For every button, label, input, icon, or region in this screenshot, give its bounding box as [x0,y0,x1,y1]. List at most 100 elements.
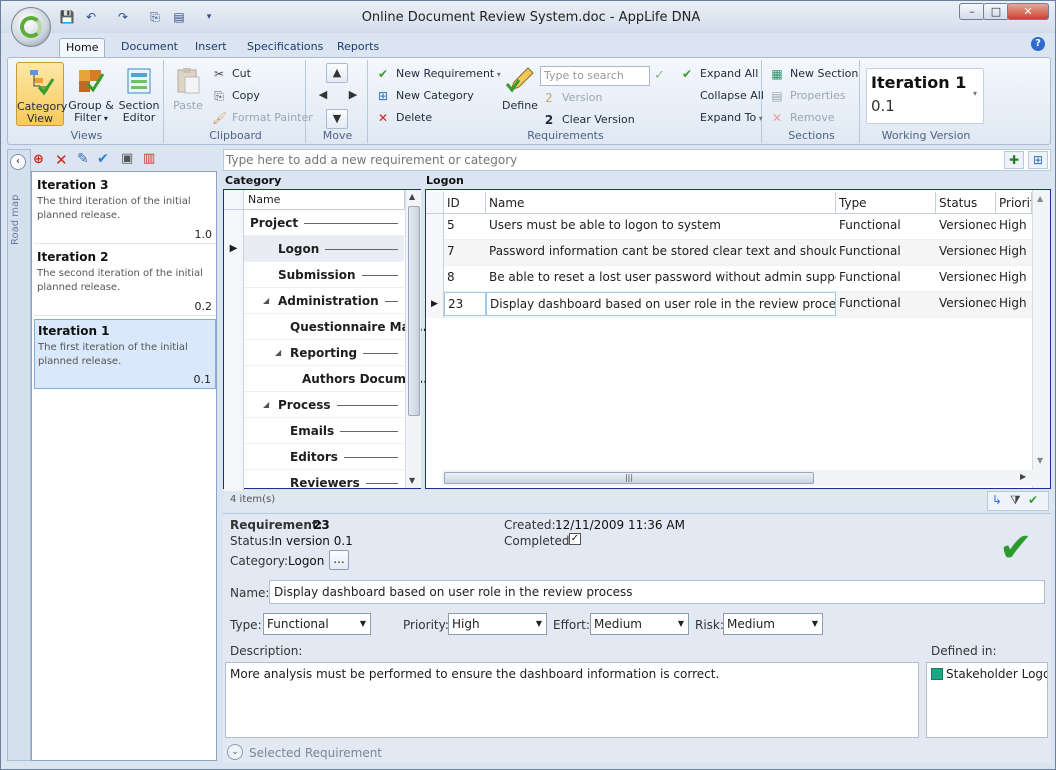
expand-triangle-icon[interactable]: ◢ [263,400,269,409]
completed-checkbox[interactable]: ✓ [569,533,581,545]
category-row[interactable]: Submission [224,262,404,288]
undo-icon[interactable]: ↶ [83,10,99,24]
clear-version-button[interactable]: 2 Clear Version [542,110,635,130]
move-down-button[interactable]: ▼ [326,109,348,129]
new-requirement-button[interactable]: ✔ New Requirement ▾ [376,64,501,84]
help-icon[interactable]: ? [1031,37,1045,51]
minimize-button[interactable]: – [959,3,985,20]
version-report-icon[interactable]: ▥ [143,151,155,166]
scroll-up-icon[interactable]: ▲ [1037,194,1043,203]
search-input[interactable]: Type to search [540,66,650,86]
delete-version-icon[interactable]: ✕ [55,151,68,169]
scroll-down-icon[interactable]: ▼ [1037,456,1043,465]
add-category-button[interactable]: ⊞ [1028,151,1048,169]
col-id-header[interactable]: ID [444,192,486,214]
table-row[interactable]: 7 Password information cant be stored cle… [426,240,1032,266]
save-icon[interactable]: 💾 [59,10,75,24]
cell-type[interactable]: Functional [836,266,936,292]
complete-version-icon[interactable]: ✔ [97,151,109,167]
redo-icon[interactable]: ↷ [115,10,131,24]
row-selector[interactable] [224,392,244,418]
expand-to-button[interactable]: Expand To ▾ [680,108,763,128]
row-selector[interactable] [224,366,244,392]
paste-qat-icon[interactable]: ▤ [171,10,187,24]
qat-menu-icon[interactable]: ▾ [201,10,217,24]
col-status-header[interactable]: Status [936,192,996,214]
tab-home[interactable]: Home [59,38,106,58]
cell-type[interactable]: Functional [836,214,936,240]
complete-check-icon[interactable]: ✔ [999,528,1047,568]
cell-id[interactable]: 23 [444,292,486,316]
description-field[interactable]: More analysis must be performed to ensur… [225,662,919,738]
define-button[interactable]: Define [500,62,540,126]
row-selector[interactable] [224,262,244,288]
collapse-all-button[interactable]: Collapse All [680,86,764,106]
category-row[interactable]: Project [224,210,404,236]
scroll-down-icon[interactable]: ▼ [409,476,415,485]
row-selector[interactable] [224,340,244,366]
version-button[interactable]: 2 Version [542,88,602,108]
name-field[interactable]: Display dashboard based on user role in … [269,580,1045,604]
cell-priority[interactable]: High [996,240,1032,266]
defined-in-item[interactable]: Stakeholder Logon [946,667,1047,681]
add-requirement-button[interactable]: ✚ [1004,151,1024,169]
cell-status[interactable]: Versioned [936,240,996,266]
working-version-selector[interactable]: Iteration 1 0.1 ▾ [866,68,984,124]
collapse-details-icon[interactable]: ⌄ [227,744,243,760]
cell-id[interactable]: 5 [444,214,486,240]
category-row[interactable]: Editors [224,444,404,470]
application-orb[interactable] [11,7,51,47]
move-left-button[interactable]: ◀ [312,86,334,106]
new-category-button[interactable]: ⊞ New Category [376,86,474,106]
scroll-up-icon[interactable]: ▲ [409,192,415,201]
cell-id[interactable]: 7 [444,240,486,266]
collapse-roadmap-icon[interactable]: ‹ [10,154,26,170]
move-right-button[interactable]: ▶ [342,86,364,106]
category-row[interactable]: Questionnaire Man... [224,314,432,340]
type-select[interactable]: Functional ▼ [263,613,371,635]
category-scrollbar[interactable]: ▲ ▼ [405,190,421,488]
cell-type[interactable]: Functional [836,240,936,266]
roadmap-item[interactable]: Iteration 3 The third iteration of the i… [34,174,216,244]
group-filter-button[interactable]: Group & Filter ▾ [68,62,114,126]
row-selector[interactable] [224,288,244,314]
cell-name[interactable]: Users must be able to logon to system [486,214,836,240]
table-row[interactable]: 8 Be able to reset a lost user password w… [426,266,1032,292]
category-scrollbar-thumb[interactable] [408,206,420,416]
cell-priority[interactable]: High [996,266,1032,292]
properties-button[interactable]: ▤ Properties [770,86,845,106]
category-row[interactable]: Authors Docume... [224,366,428,392]
category-view-button[interactable]: Category View [16,62,67,126]
tab-specifications[interactable]: Specifications [241,38,329,57]
cell-status[interactable]: Versioned [936,214,996,240]
cell-priority[interactable]: High [996,292,1032,318]
maximize-button[interactable]: □ [983,3,1009,20]
format-painter-button[interactable]: 🖌 Format Painter [212,108,313,128]
new-section-button[interactable]: ▦ New Section [770,64,858,84]
filter-icon[interactable]: ⧩ [1010,493,1021,508]
add-version-icon[interactable]: ⊕ [33,152,44,167]
cell-priority[interactable]: High [996,214,1032,240]
delete-button[interactable]: ✕ Delete [376,108,432,128]
copy-qat-icon[interactable]: ⎘ [147,10,163,24]
cut-button[interactable]: ✂ Cut [212,64,251,84]
sort-icon[interactable]: ↳ [992,493,1002,507]
roadmap-item[interactable]: Iteration 2 The second iteration of the … [34,246,216,316]
add-item-input[interactable] [226,152,996,168]
cell-name[interactable]: Display dashboard based on user role in … [486,292,836,316]
row-selector[interactable] [426,266,444,292]
category-row[interactable]: Emails [224,418,404,444]
cell-id[interactable]: 8 [444,266,486,292]
row-selector[interactable]: ▶ [224,236,244,262]
cell-type[interactable]: Functional [836,292,936,318]
remove-button[interactable]: ✕ Remove [770,108,835,128]
expand-triangle-icon[interactable]: ◢ [263,296,269,305]
row-selector[interactable] [224,314,244,340]
paste-button[interactable]: Paste [170,62,206,126]
col-type-header[interactable]: Type [836,192,936,214]
expand-all-button[interactable]: ✔ Expand All [680,64,758,84]
move-up-button[interactable]: ▲ [326,63,348,83]
edit-version-icon[interactable]: ✎ [77,151,89,167]
row-selector[interactable] [426,240,444,266]
search-go-icon[interactable]: ✓ [654,68,665,83]
